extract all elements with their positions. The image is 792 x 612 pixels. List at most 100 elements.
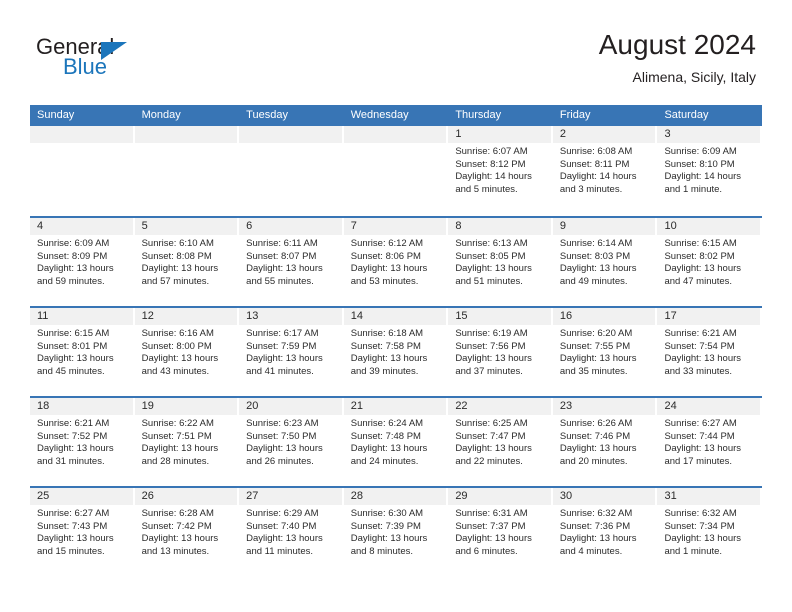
brand-logo[interactable]: General Blue xyxy=(36,34,236,92)
day-number: 10 xyxy=(664,220,677,232)
day-number-band: 11 xyxy=(30,308,133,325)
day-cell[interactable]: 21 Sunrise: 6:24 AM Sunset: 7:48 PM Dayl… xyxy=(343,398,449,486)
daylight-text-line1: Daylight: 13 hours xyxy=(246,533,323,545)
day-cell[interactable]: 13 Sunrise: 6:17 AM Sunset: 7:59 PM Dayl… xyxy=(239,308,344,396)
sunrise-text: Sunrise: 6:21 AM xyxy=(37,418,110,429)
sunrise-text: Sunrise: 6:28 AM xyxy=(141,508,214,519)
daylight-text-line1: Daylight: 13 hours xyxy=(246,353,323,365)
sunrise-text: Sunrise: 6:12 AM xyxy=(350,238,424,249)
day-number-band: 2 xyxy=(552,126,656,143)
day-details: Sunrise: 6:29 AM Sunset: 7:40 PM Dayligh… xyxy=(239,505,344,558)
day-cell[interactable]: 6 Sunrise: 6:11 AM Sunset: 8:07 PM Dayli… xyxy=(239,218,344,306)
day-cell[interactable]: 20 Sunrise: 6:23 AM Sunset: 7:50 PM Dayl… xyxy=(239,398,344,486)
day-details: Sunrise: 6:30 AM Sunset: 7:39 PM Dayligh… xyxy=(344,505,449,558)
daylight-text-line2: and 24 minutes. xyxy=(350,455,419,467)
daylight-text-line1: Daylight: 13 hours xyxy=(559,263,637,275)
sunset-text: Sunset: 7:39 PM xyxy=(350,520,421,532)
day-cell[interactable]: 1 Sunrise: 6:07 AM Sunset: 8:12 PM Dayli… xyxy=(448,126,553,216)
sunset-text: Sunset: 7:36 PM xyxy=(559,520,631,532)
daylight-text-line2: and 6 minutes. xyxy=(455,545,518,557)
day-number: 24 xyxy=(664,400,677,412)
sunrise-text: Sunrise: 6:31 AM xyxy=(455,508,528,519)
sunrise-text: Sunrise: 6:10 AM xyxy=(141,238,214,249)
day-cell[interactable]: 3 Sunrise: 6:09 AM Sunset: 8:10 PM Dayli… xyxy=(657,126,763,216)
day-cell[interactable] xyxy=(134,126,240,216)
day-cell[interactable]: 16 Sunrise: 6:20 AM Sunset: 7:55 PM Dayl… xyxy=(552,308,658,396)
sunrise-text: Sunrise: 6:20 AM xyxy=(559,328,633,339)
day-cell[interactable]: 7 Sunrise: 6:12 AM Sunset: 8:06 PM Dayli… xyxy=(343,218,449,306)
day-cell[interactable]: 30 Sunrise: 6:32 AM Sunset: 7:36 PM Dayl… xyxy=(552,488,658,576)
daylight-text-line2: and 1 minute. xyxy=(664,545,723,557)
day-number-band xyxy=(134,126,238,143)
day-cell[interactable]: 27 Sunrise: 6:29 AM Sunset: 7:40 PM Dayl… xyxy=(239,488,344,576)
sunrise-text: Sunrise: 6:17 AM xyxy=(246,328,319,339)
day-details: Sunrise: 6:27 AM Sunset: 7:44 PM Dayligh… xyxy=(657,415,762,468)
sunset-text: Sunset: 7:44 PM xyxy=(664,430,735,442)
day-cell[interactable]: 29 Sunrise: 6:31 AM Sunset: 7:37 PM Dayl… xyxy=(448,488,553,576)
day-cell[interactable]: 22 Sunrise: 6:25 AM Sunset: 7:47 PM Dayl… xyxy=(448,398,553,486)
day-cell[interactable]: 28 Sunrise: 6:30 AM Sunset: 7:39 PM Dayl… xyxy=(343,488,449,576)
daylight-text-line2: and 51 minutes. xyxy=(455,275,523,287)
sunrise-text: Sunrise: 6:08 AM xyxy=(559,146,633,157)
sunrise-text: Sunrise: 6:29 AM xyxy=(246,508,319,519)
sunrise-text: Sunrise: 6:09 AM xyxy=(664,146,737,157)
day-cell[interactable]: 25 Sunrise: 6:27 AM Sunset: 7:43 PM Dayl… xyxy=(30,488,135,576)
day-cell[interactable]: 31 Sunrise: 6:32 AM Sunset: 7:34 PM Dayl… xyxy=(657,488,763,576)
sunrise-text: Sunrise: 6:22 AM xyxy=(141,418,214,429)
weekday-header-row: Sunday Monday Tuesday Wednesday Thursday… xyxy=(30,105,762,126)
calendar-grid: Sunday Monday Tuesday Wednesday Thursday… xyxy=(30,105,763,576)
day-cell[interactable] xyxy=(239,126,344,216)
day-number: 5 xyxy=(141,220,148,232)
day-number: 12 xyxy=(141,310,154,322)
daylight-text-line2: and 31 minutes. xyxy=(37,455,105,467)
daylight-text-line1: Daylight: 13 hours xyxy=(141,443,219,455)
daylight-text-line1: Daylight: 14 hours xyxy=(455,171,532,183)
day-details: Sunrise: 6:16 AM Sunset: 8:00 PM Dayligh… xyxy=(135,325,240,378)
day-cell[interactable]: 9 Sunrise: 6:14 AM Sunset: 8:03 PM Dayli… xyxy=(552,218,658,306)
day-number: 31 xyxy=(664,490,677,502)
day-details: Sunrise: 6:08 AM Sunset: 8:11 PM Dayligh… xyxy=(553,143,658,196)
day-cell[interactable]: 4 Sunrise: 6:09 AM Sunset: 8:09 PM Dayli… xyxy=(30,218,135,306)
day-cell[interactable] xyxy=(30,126,135,216)
sunset-text: Sunset: 8:07 PM xyxy=(246,250,317,262)
day-number-band: 21 xyxy=(343,398,447,415)
sunset-text: Sunset: 8:12 PM xyxy=(455,158,526,170)
day-number-band: 12 xyxy=(134,308,238,325)
day-cell[interactable]: 12 Sunrise: 6:16 AM Sunset: 8:00 PM Dayl… xyxy=(134,308,240,396)
day-cell[interactable] xyxy=(343,126,449,216)
sunset-text: Sunset: 7:46 PM xyxy=(559,430,631,442)
day-cell[interactable]: 8 Sunrise: 6:13 AM Sunset: 8:05 PM Dayli… xyxy=(448,218,553,306)
day-cell[interactable]: 19 Sunrise: 6:22 AM Sunset: 7:51 PM Dayl… xyxy=(134,398,240,486)
day-number-band: 24 xyxy=(657,398,761,415)
day-cell[interactable]: 18 Sunrise: 6:21 AM Sunset: 7:52 PM Dayl… xyxy=(30,398,135,486)
day-cell[interactable]: 15 Sunrise: 6:19 AM Sunset: 7:56 PM Dayl… xyxy=(448,308,553,396)
day-cell[interactable]: 2 Sunrise: 6:08 AM Sunset: 8:11 PM Dayli… xyxy=(552,126,658,216)
day-cell[interactable]: 26 Sunrise: 6:28 AM Sunset: 7:42 PM Dayl… xyxy=(134,488,240,576)
day-details: Sunrise: 6:24 AM Sunset: 7:48 PM Dayligh… xyxy=(344,415,449,468)
sunset-text: Sunset: 7:42 PM xyxy=(141,520,212,532)
day-number: 23 xyxy=(559,400,573,412)
day-number: 15 xyxy=(455,310,468,322)
day-cell[interactable]: 10 Sunrise: 6:15 AM Sunset: 8:02 PM Dayl… xyxy=(657,218,763,306)
day-cell[interactable]: 11 Sunrise: 6:15 AM Sunset: 8:01 PM Dayl… xyxy=(30,308,135,396)
day-details: Sunrise: 6:17 AM Sunset: 7:59 PM Dayligh… xyxy=(239,325,344,378)
day-cell[interactable]: 23 Sunrise: 6:26 AM Sunset: 7:46 PM Dayl… xyxy=(552,398,658,486)
day-cell[interactable]: 24 Sunrise: 6:27 AM Sunset: 7:44 PM Dayl… xyxy=(657,398,763,486)
daylight-text-line1: Daylight: 13 hours xyxy=(246,443,323,455)
sunset-text: Sunset: 7:52 PM xyxy=(37,430,108,442)
day-cell[interactable]: 14 Sunrise: 6:18 AM Sunset: 7:58 PM Dayl… xyxy=(343,308,449,396)
daylight-text-line1: Daylight: 13 hours xyxy=(559,353,637,365)
sunrise-text: Sunrise: 6:07 AM xyxy=(455,146,528,157)
daylight-text-line1: Daylight: 13 hours xyxy=(141,353,219,365)
sunrise-text: Sunrise: 6:26 AM xyxy=(559,418,633,429)
daylight-text-line1: Daylight: 13 hours xyxy=(664,443,742,455)
day-number: 6 xyxy=(246,220,253,232)
day-number: 4 xyxy=(37,220,44,232)
daylight-text-line2: and 11 minutes. xyxy=(246,545,314,557)
day-cell[interactable]: 17 Sunrise: 6:21 AM Sunset: 7:54 PM Dayl… xyxy=(657,308,763,396)
day-number: 8 xyxy=(455,220,462,232)
day-cell[interactable]: 5 Sunrise: 6:10 AM Sunset: 8:08 PM Dayli… xyxy=(134,218,240,306)
day-number: 9 xyxy=(559,220,567,232)
day-details: Sunrise: 6:15 AM Sunset: 8:02 PM Dayligh… xyxy=(657,235,762,288)
day-number: 17 xyxy=(664,310,677,322)
